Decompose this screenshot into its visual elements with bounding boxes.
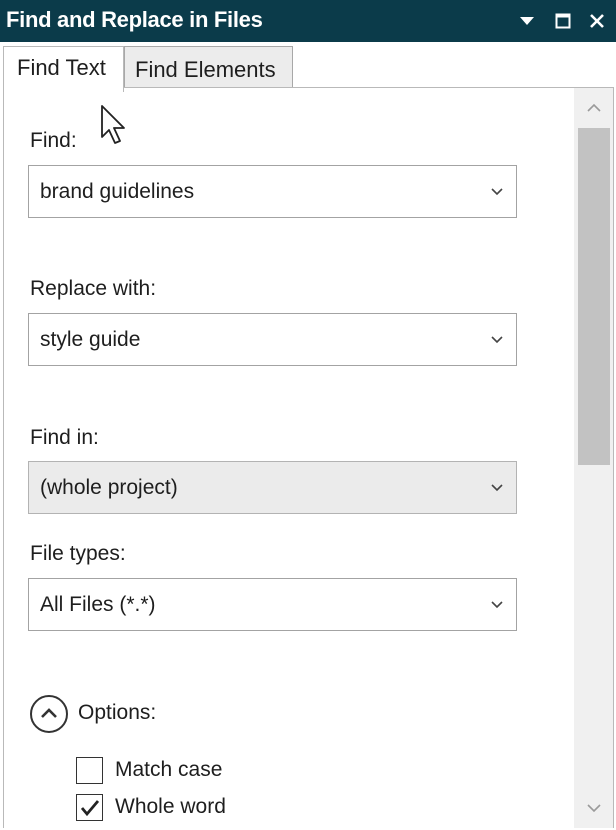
maximize-icon [555,13,571,29]
chevron-down-icon[interactable] [490,185,504,199]
replace-label: Replace with: [30,277,156,301]
replace-combobox[interactable]: style guide [28,313,517,366]
close-icon [589,13,605,29]
chevron-down-icon [587,804,601,813]
replace-value: style guide [40,328,140,352]
find-text-panel: Find: brand guidelines Replace with: sty… [3,87,614,828]
mouse-cursor-icon [100,104,128,146]
scroll-up-button[interactable] [574,92,614,122]
find-label: Find: [30,129,77,153]
match-case-label[interactable]: Match case [115,758,222,782]
whole-word-label[interactable]: Whole word [115,795,226,819]
tab-find-elements[interactable]: Find Elements [124,46,293,87]
find-in-value: (whole project) [40,476,178,500]
window-title: Find and Replace in Files [6,7,263,33]
window-menu-button[interactable] [514,6,540,36]
tab-strip: Find Text Find Elements [0,42,616,88]
scroll-thumb[interactable] [578,128,610,465]
options-label: Options: [78,701,156,725]
options-collapse-button[interactable] [28,693,70,735]
find-combobox[interactable]: brand guidelines [28,165,517,218]
chevron-down-icon[interactable] [490,598,504,612]
vertical-scrollbar[interactable] [574,88,614,828]
file-types-combobox[interactable]: All Files (*.*) [28,578,517,631]
chevron-down-icon[interactable] [490,333,504,347]
find-in-label: Find in: [30,426,99,450]
close-button[interactable] [584,6,610,36]
find-value: brand guidelines [40,180,194,204]
chevron-up-circle-icon [28,693,70,735]
maximize-button[interactable] [550,6,576,36]
file-types-label: File types: [30,542,126,566]
find-in-dropdown[interactable]: (whole project) [28,461,517,514]
chevron-down-icon[interactable] [490,481,504,495]
whole-word-checkbox[interactable] [76,794,103,821]
menu-icon [519,15,535,27]
checkmark-icon [80,799,100,817]
scroll-down-button[interactable] [574,793,614,823]
chevron-up-icon [587,103,601,112]
tab-find-text[interactable]: Find Text [3,46,124,92]
title-bar: Find and Replace in Files [0,0,616,42]
file-types-value: All Files (*.*) [40,593,156,617]
match-case-checkbox[interactable] [76,757,103,784]
